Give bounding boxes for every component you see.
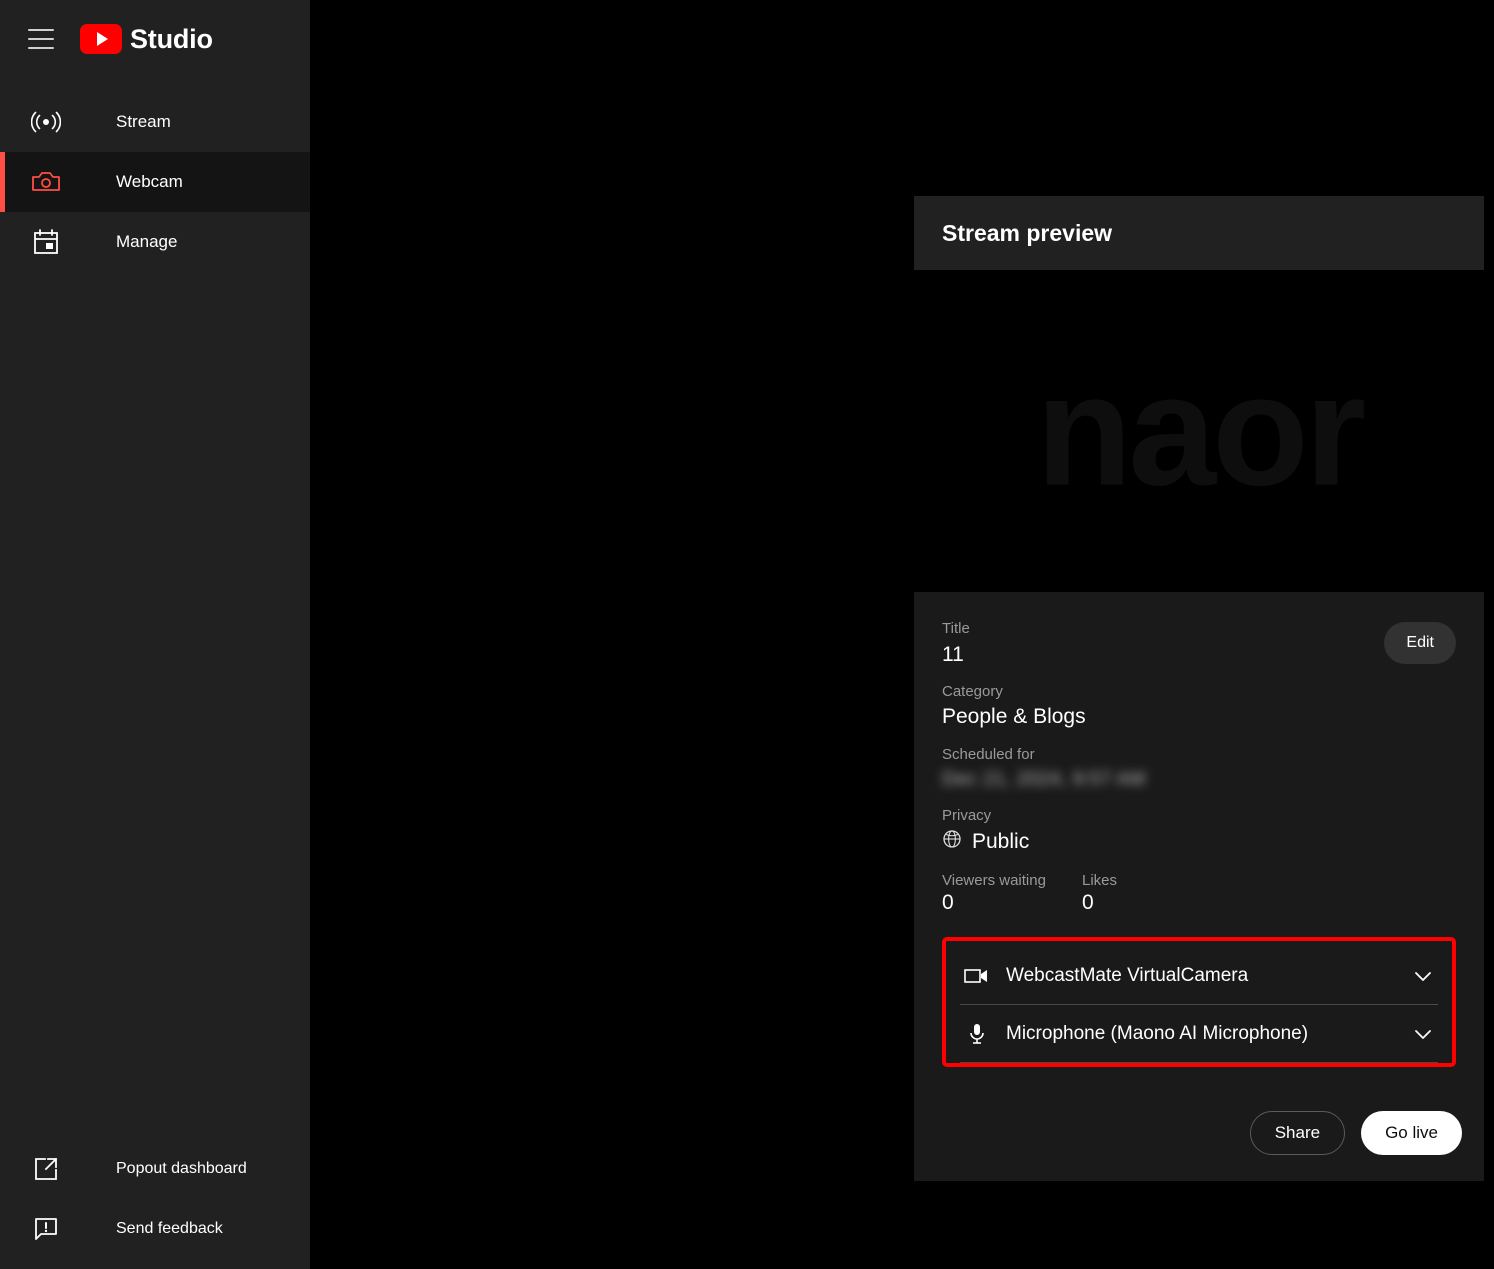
sidebar-footer-label: Send feedback (116, 1220, 223, 1237)
sidebar-item-manage[interactable]: Manage (0, 212, 310, 272)
stream-info-card: Edit Title 11 Category People & Blogs Sc… (914, 592, 1484, 1090)
title-label: Title (942, 620, 970, 637)
scheduled-value-redacted: Dec 21, 2024, 9:57 AM (942, 769, 1146, 791)
go-live-button[interactable]: Go live (1361, 1111, 1462, 1156)
calendar-icon (28, 228, 64, 256)
edit-button[interactable]: Edit (1384, 622, 1456, 664)
privacy-field: Privacy Public (942, 805, 1456, 856)
microphone-selector-label: Microphone (Maono AI Microphone) (1006, 1022, 1309, 1044)
likes-value: 0 (1082, 891, 1094, 915)
youtube-studio-window: Studio Stream Webcam Manage Popout dashb… (0, 0, 1494, 1269)
sidebar-nav: Stream Webcam Manage (0, 92, 310, 272)
feedback-icon (28, 1216, 64, 1242)
scheduled-field: Scheduled for Dec 21, 2024, 9:57 AM (942, 744, 1456, 794)
category-value: People & Blogs (942, 705, 1086, 729)
title-value: 11 (942, 642, 964, 666)
camera-selector[interactable]: WebcastMate VirtualCamera (960, 947, 1438, 1006)
sidebar: Stream Webcam Manage Popout dashboard Se… (0, 78, 310, 1269)
sidebar-footer: Popout dashboard Send feedback (0, 1139, 310, 1269)
preview-watermark: naor (1035, 342, 1366, 519)
stream-preview-header: Stream preview (914, 196, 1484, 270)
stream-preview-video: naor (914, 270, 1484, 592)
send-feedback-button[interactable]: Send feedback (0, 1199, 310, 1259)
microphone-icon (960, 1022, 994, 1046)
device-selector-highlight: WebcastMate VirtualCamera Microphone (Ma… (942, 937, 1456, 1068)
video-camera-icon (960, 966, 994, 986)
globe-icon (942, 829, 962, 854)
category-label: Category (942, 682, 1003, 700)
camera-selector-label: WebcastMate VirtualCamera (1006, 964, 1249, 986)
privacy-label: Privacy (942, 807, 992, 825)
brand-name: Studio (130, 23, 213, 54)
main-content: Stream preview naor Edit Title 11 Catego… (310, 78, 1494, 1269)
sidebar-item-label: Webcam (116, 172, 183, 191)
sidebar-item-label: Stream (116, 112, 171, 131)
open-in-new-icon (28, 1156, 64, 1182)
hamburger-icon[interactable] (28, 29, 54, 49)
stats-row: Viewers waiting 0 Likes 0 (942, 872, 1456, 915)
chevron-down-icon[interactable] (1408, 969, 1438, 983)
viewers-waiting-stat: Viewers waiting 0 (942, 872, 1082, 915)
sidebar-footer-label: Popout dashboard (116, 1160, 247, 1177)
popout-dashboard-button[interactable]: Popout dashboard (0, 1139, 310, 1199)
sidebar-item-label: Manage (116, 232, 178, 251)
microphone-selector[interactable]: Microphone (Maono AI Microphone) (960, 1005, 1438, 1064)
action-bar: Share Go live (914, 1089, 1484, 1182)
viewers-waiting-value: 0 (942, 891, 954, 915)
privacy-value: Public (972, 829, 1030, 853)
top-bar: Studio (0, 0, 310, 78)
chevron-down-icon[interactable] (1408, 1027, 1438, 1041)
share-button[interactable]: Share (1249, 1111, 1346, 1156)
scheduled-value: Dec 21, 2024, 9:57 AM (942, 766, 1456, 793)
category-field: Category People & Blogs (942, 681, 1456, 732)
camera-icon (28, 169, 64, 195)
page-title: Stream preview (942, 219, 1113, 246)
scheduled-label: Scheduled for (942, 745, 1035, 763)
stream-preview-panel: Stream preview naor Edit Title 11 Catego… (914, 196, 1484, 1182)
likes-stat: Likes 0 (1082, 872, 1222, 915)
sidebar-item-webcam[interactable]: Webcam (0, 152, 310, 212)
sidebar-item-stream[interactable]: Stream (0, 92, 310, 152)
title-field: Title 11 (942, 618, 1456, 669)
youtube-logo-icon (80, 24, 122, 54)
viewers-waiting-label: Viewers waiting (942, 872, 1046, 890)
brand[interactable]: Studio (80, 24, 213, 55)
likes-label: Likes (1082, 872, 1118, 890)
broadcast-icon (28, 110, 64, 134)
